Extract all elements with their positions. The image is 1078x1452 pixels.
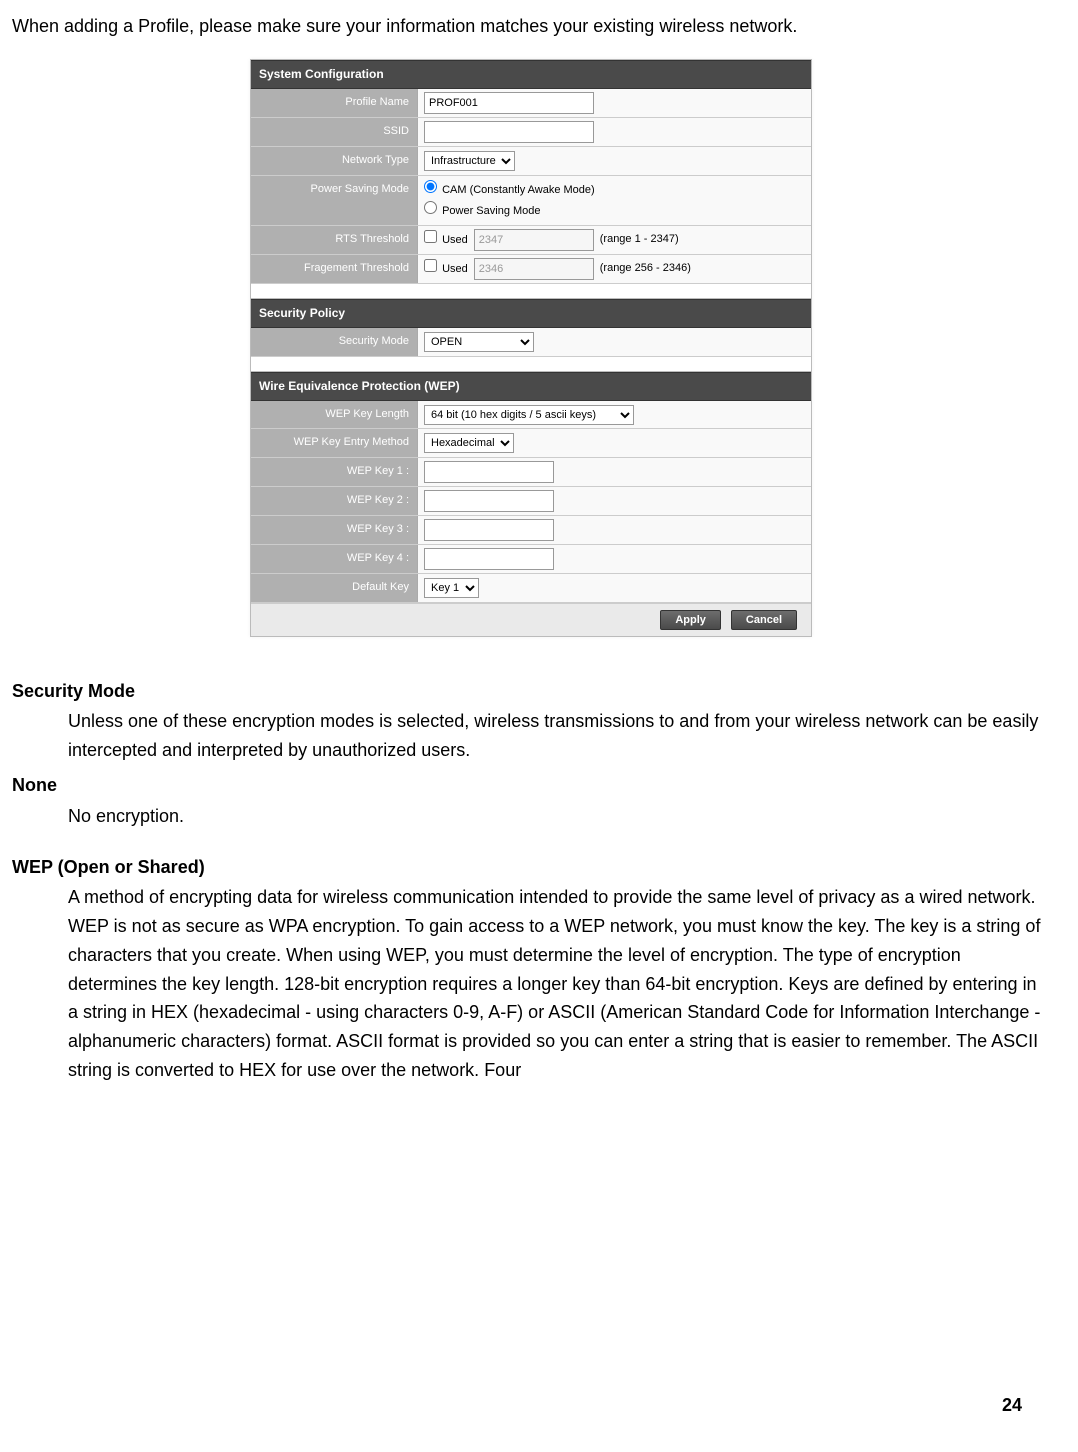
- config-panel: System Configuration Profile Name SSID N…: [250, 59, 812, 637]
- frag-used-label: Used: [442, 263, 468, 275]
- wep-key-4-input[interactable]: [424, 548, 554, 570]
- frag-range-text: (range 256 - 2346): [600, 260, 691, 278]
- page-number: 24: [1002, 1391, 1022, 1420]
- none-heading: None: [12, 771, 1050, 800]
- wep-entry-method-select[interactable]: Hexadecimal: [424, 433, 514, 453]
- apply-button[interactable]: Apply: [660, 610, 721, 630]
- security-mode-select[interactable]: OPEN: [424, 332, 534, 352]
- frag-value-input[interactable]: [474, 258, 594, 280]
- power-cam-radio[interactable]: [424, 180, 437, 193]
- wep-key-1-label: WEP Key 1 :: [251, 458, 418, 486]
- rts-range-text: (range 1 - 2347): [600, 231, 679, 249]
- rts-used-label: Used: [442, 234, 468, 246]
- security-mode-body: Unless one of these encryption modes is …: [68, 707, 1050, 765]
- wep-key-3-input[interactable]: [424, 519, 554, 541]
- intro-text: When adding a Profile, please make sure …: [12, 12, 1050, 41]
- power-saving-label: Power Saving Mode: [251, 176, 418, 225]
- wep-key-4-label: WEP Key 4 :: [251, 545, 418, 573]
- default-key-select[interactable]: Key 1: [424, 578, 479, 598]
- wep-header: Wire Equivalence Protection (WEP): [251, 372, 811, 401]
- none-body: No encryption.: [68, 802, 1050, 831]
- ssid-label: SSID: [251, 118, 418, 146]
- wep-body: A method of encrypting data for wireless…: [68, 883, 1050, 1085]
- frag-used-checkbox[interactable]: [424, 259, 437, 272]
- wep-key-length-select[interactable]: 64 bit (10 hex digits / 5 ascii keys): [424, 405, 634, 425]
- default-key-label: Default Key: [251, 574, 418, 602]
- cancel-button[interactable]: Cancel: [731, 610, 797, 630]
- rts-label: RTS Threshold: [251, 226, 418, 254]
- button-row: Apply Cancel: [251, 603, 811, 636]
- wep-key-3-label: WEP Key 3 :: [251, 516, 418, 544]
- wep-key-2-label: WEP Key 2 :: [251, 487, 418, 515]
- wep-key-length-label: WEP Key Length: [251, 401, 418, 429]
- wep-key-1-input[interactable]: [424, 461, 554, 483]
- system-config-header: System Configuration: [251, 60, 811, 89]
- security-policy-header: Security Policy: [251, 299, 811, 328]
- profile-name-input[interactable]: [424, 92, 594, 114]
- power-cam-label: CAM (Constantly Awake Mode): [442, 184, 595, 196]
- frag-label: Fragement Threshold: [251, 255, 418, 283]
- power-psm-label: Power Saving Mode: [442, 205, 540, 217]
- rts-value-input[interactable]: [474, 229, 594, 251]
- wep-entry-method-label: WEP Key Entry Method: [251, 429, 418, 457]
- rts-used-checkbox[interactable]: [424, 230, 437, 243]
- security-mode-heading: Security Mode: [12, 677, 1050, 706]
- profile-name-label: Profile Name: [251, 89, 418, 117]
- ssid-input[interactable]: [424, 121, 594, 143]
- wep-key-2-input[interactable]: [424, 490, 554, 512]
- network-type-select[interactable]: Infrastructure: [424, 151, 515, 171]
- power-psm-radio[interactable]: [424, 201, 437, 214]
- network-type-label: Network Type: [251, 147, 418, 175]
- security-mode-label: Security Mode: [251, 328, 418, 356]
- wep-heading: WEP (Open or Shared): [12, 853, 1050, 882]
